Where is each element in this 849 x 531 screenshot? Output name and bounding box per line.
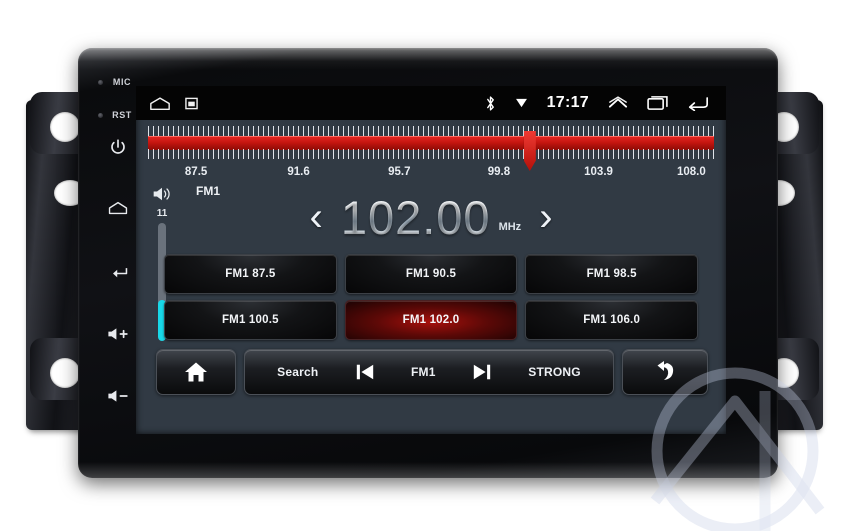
preset-button[interactable]: FM1 100.5 (164, 300, 337, 340)
bracket-hole (50, 112, 80, 142)
back-arrow-icon[interactable] (687, 96, 709, 111)
scale-ticks-top (148, 126, 714, 136)
signal-down-icon (515, 98, 527, 108)
frequency-prev-button[interactable]: ‹ (309, 197, 322, 237)
scale-label: 99.8 (487, 166, 511, 178)
return-button[interactable] (622, 349, 708, 395)
power-icon (111, 139, 125, 154)
frequency-scale[interactable]: 87.5 91.6 95.7 99.8 103.9 108.0 (148, 126, 714, 178)
search-button[interactable]: Search (277, 365, 318, 379)
scale-label-row: 87.5 91.6 95.7 99.8 103.9 108.0 (148, 166, 714, 182)
scale-label: 95.7 (388, 166, 411, 178)
home-button[interactable] (156, 349, 236, 395)
preset-button[interactable]: FM1 87.5 (164, 254, 337, 294)
tuner-cursor[interactable] (523, 131, 536, 171)
frequency-value: 102.00 (340, 190, 491, 244)
preset-grid: FM1 87.5 FM1 90.5 FM1 98.5 FM1 100.5 FM1… (164, 254, 698, 340)
bracket-hole (50, 358, 80, 388)
chevron-up-icon[interactable] (608, 95, 628, 111)
volume-up-icon (108, 328, 128, 340)
bezel-highlight-bottom (78, 462, 778, 478)
band-button[interactable]: FM1 (411, 365, 436, 379)
bezel-highlight-top (78, 48, 778, 70)
recent-apps-icon[interactable] (647, 95, 668, 111)
skip-next-icon[interactable] (472, 362, 492, 382)
status-clock: 17:17 (546, 94, 589, 111)
bottom-toolbar: Search FM1 STRONG (156, 348, 708, 396)
touchscreen-display[interactable]: 17:17 87.5 91.6 95.7 99.8 103.9 108.0 11… (136, 86, 726, 434)
scale-label: 108.0 (676, 166, 706, 178)
scale-label: 91.6 (287, 166, 310, 178)
scale-ticks-bottom (148, 149, 714, 159)
strong-button[interactable]: STRONG (528, 365, 581, 379)
frequency-unit: MHz (498, 221, 522, 233)
status-bar-right: 17:17 (485, 94, 726, 112)
home-icon (108, 201, 128, 215)
scale-label: 103.9 (584, 166, 613, 178)
home-icon[interactable] (149, 96, 171, 111)
radio-control-bar: Search FM1 STRONG (244, 349, 614, 395)
bluetooth-icon (486, 95, 494, 111)
back-icon (113, 268, 128, 278)
head-unit-body: MIC RST 17:17 87.5 91.6 95.7 99.8 103.9 … (78, 48, 778, 478)
preset-button[interactable]: FM1 90.5 (344, 254, 518, 294)
preset-button[interactable]: FM1 98.5 (525, 254, 698, 294)
status-bar-left (136, 96, 198, 111)
home-icon (185, 362, 207, 382)
preset-button[interactable]: FM1 106.0 (525, 300, 698, 340)
scale-bar (148, 136, 714, 150)
android-status-bar: 17:17 (136, 86, 726, 120)
preset-button-active[interactable]: FM1 102.0 (344, 300, 518, 340)
skip-previous-icon[interactable] (355, 362, 375, 382)
screenshot-icon[interactable] (185, 97, 198, 110)
volume-down-icon (108, 390, 128, 402)
frequency-next-button[interactable]: › (539, 197, 552, 237)
return-arrow-icon (657, 361, 674, 380)
scale-label: 87.5 (184, 166, 208, 178)
frequency-display: ‹ 102.00 MHz › (136, 189, 726, 245)
